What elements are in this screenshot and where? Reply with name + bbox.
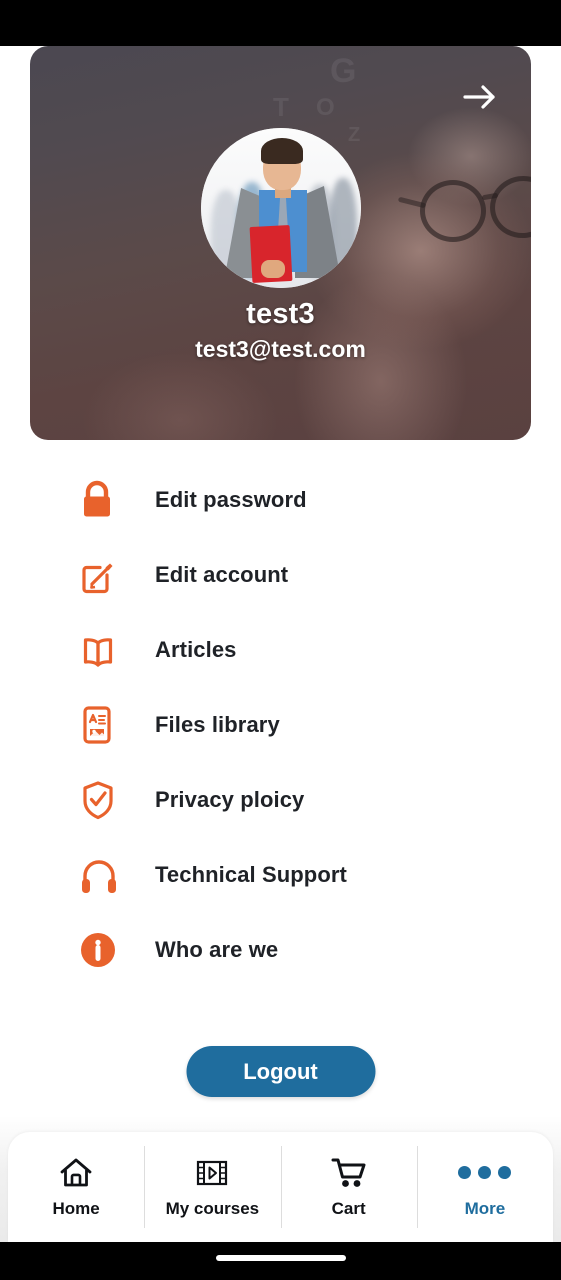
profile-header-card: G T O Z H [30, 46, 531, 440]
menu-item-label: Technical Support [155, 861, 347, 887]
menu-item-privacy-policy[interactable]: Privacy ploicy [0, 762, 561, 837]
glasses-lens-left [420, 180, 486, 242]
glasses-lens-right [486, 171, 531, 243]
menu-item-edit-password[interactable]: Edit password [0, 462, 561, 537]
arrow-right-icon[interactable] [459, 76, 501, 118]
hero-letter: G [330, 52, 357, 90]
glasses-illustration [397, 171, 531, 248]
film-play-icon [194, 1156, 230, 1190]
nav-item-label: Home [52, 1198, 100, 1218]
nav-item-my-courses[interactable]: My courses [144, 1132, 280, 1242]
menu-item-articles[interactable]: Articles [0, 612, 561, 687]
menu-item-label: Who are we [155, 936, 279, 962]
menu-item-label: Edit account [155, 561, 289, 587]
menu-item-label: Articles [155, 636, 237, 662]
menu-item-edit-account[interactable]: Edit account [0, 537, 561, 612]
hero-letter: T [273, 92, 289, 122]
profile-name: test3 [246, 298, 315, 330]
info-circle-icon [77, 928, 139, 972]
menu-item-label: Edit password [155, 486, 307, 512]
menu-item-files-library[interactable]: Files library [0, 687, 561, 762]
shield-check-icon [77, 777, 139, 823]
menu-item-who-are-we[interactable]: Who are we [0, 912, 561, 987]
open-book-icon [77, 628, 139, 672]
three-dots-icon [458, 1156, 512, 1190]
home-icon [58, 1156, 94, 1190]
menu-item-label: Privacy ploicy [155, 786, 305, 812]
shopping-cart-icon [330, 1156, 368, 1190]
edit-square-icon [77, 553, 139, 597]
home-indicator[interactable] [215, 1255, 346, 1261]
headphones-icon [77, 854, 139, 896]
avatar-photo [200, 128, 361, 288]
document-media-icon [77, 702, 139, 748]
nav-item-label: My courses [165, 1198, 260, 1218]
nav-item-label: More [464, 1198, 506, 1218]
app-body: G T O Z H [0, 46, 561, 1242]
nav-item-home[interactable]: Home [8, 1132, 144, 1242]
lock-icon [77, 478, 139, 522]
status-bar [0, 0, 561, 46]
nav-item-label: Cart [331, 1198, 366, 1218]
hero-letter: O [316, 94, 335, 121]
profile-email: test3@test.com [195, 336, 366, 362]
phone-screen: G T O Z H [0, 0, 561, 1280]
gesture-navigation-bar [0, 1242, 561, 1280]
avatar[interactable] [200, 128, 361, 288]
menu-item-technical-support[interactable]: Technical Support [0, 837, 561, 912]
settings-menu-list: Edit password Edit account Articles File… [0, 462, 561, 987]
nav-item-more[interactable]: More [416, 1132, 553, 1242]
nav-item-cart[interactable]: Cart [280, 1132, 417, 1242]
logout-button[interactable]: Logout [186, 1046, 375, 1097]
bottom-navigation-bar: Home My courses Cart More [8, 1132, 553, 1242]
menu-item-label: Files library [155, 711, 280, 737]
